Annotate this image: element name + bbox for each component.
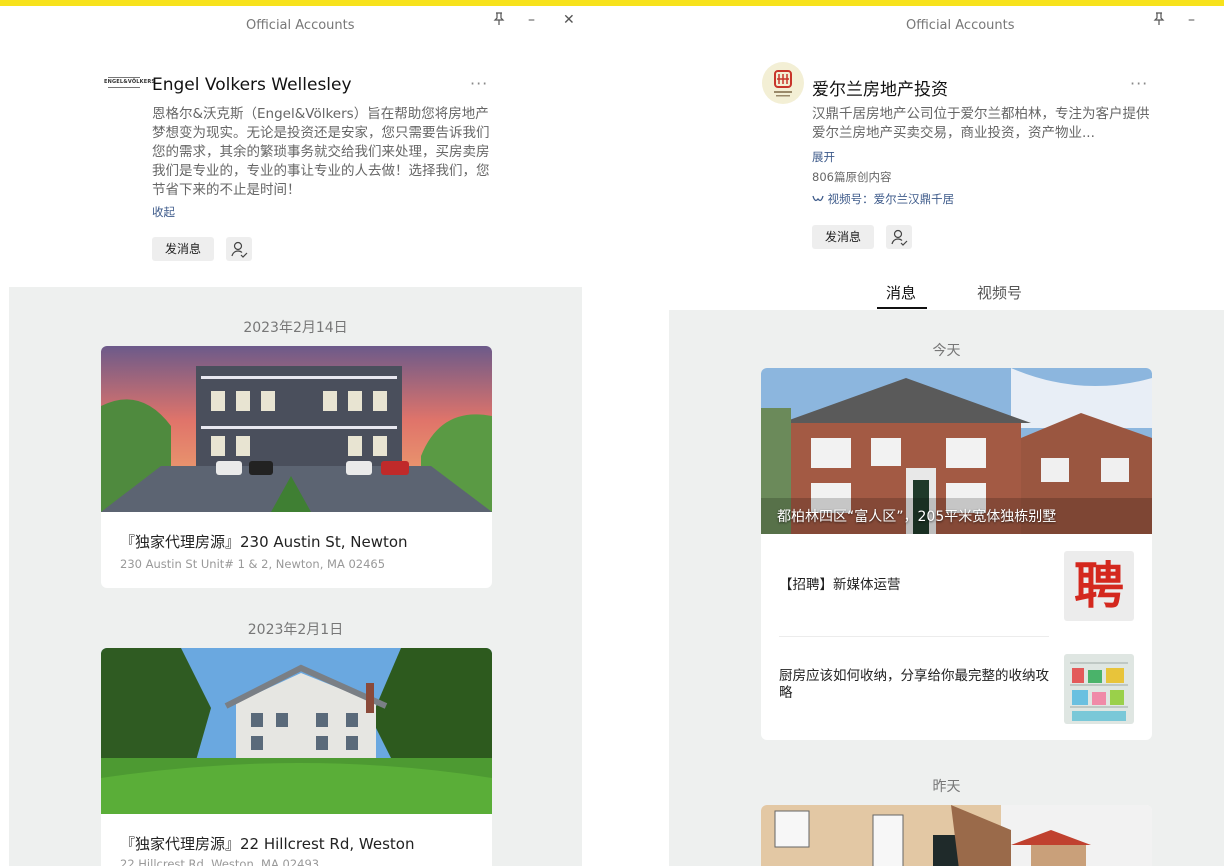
account-name: 爱尔兰房地产投资 (812, 80, 948, 100)
article-title: 『独家代理房源』230 Austin St, Newton (120, 533, 408, 551)
expand-link[interactable]: 展开 (812, 149, 835, 165)
date-label: 2023年2月1日 (247, 622, 344, 638)
house-photo (761, 805, 1152, 866)
list-item[interactable]: 【招聘】新媒体运营 聘 (761, 534, 1152, 636)
pin-icon[interactable] (493, 12, 505, 30)
item-title: 【招聘】新媒体运营 (779, 577, 901, 593)
recruit-thumbnail: 聘 (1064, 551, 1134, 621)
article-card[interactable]: 『独家代理房源』230 Austin St, Newton 230 Austin… (101, 346, 492, 588)
original-count: 806篇原创内容 (812, 170, 892, 184)
item-title: 厨房应该如何收纳，分享给你最完整的收纳攻略 (779, 668, 1049, 701)
article-group-card[interactable]: 都柏林四区“富人区”，205平米宽体独栋别墅 【招聘】新媒体运营 聘 厨房应该如… (761, 368, 1152, 740)
more-options-icon[interactable]: ··· (1130, 74, 1148, 93)
message-feed: 今天 都柏林四区“富人区”，205平米宽体独栋别墅 【招聘】新媒体运营 聘 厨房… (669, 310, 1224, 866)
pin-icon[interactable] (1153, 12, 1165, 30)
user-icon (231, 241, 248, 258)
article-card[interactable] (761, 805, 1152, 866)
avatar (762, 62, 804, 104)
left-window: Official Accounts – ✕ ENGEL&VÖLKERS Enge… (0, 6, 590, 866)
house-photo (101, 648, 492, 814)
account-description: 汉鼎千居房地产公司位于爱尔兰都柏林，专注为客户提供爱尔兰房地产买卖交易，商业投资… (812, 106, 1150, 141)
date-label: 今天 (932, 343, 961, 359)
article-title: 『独家代理房源』22 Hillcrest Rd, Weston (120, 835, 415, 853)
window-title: Official Accounts (906, 18, 1015, 33)
more-options-icon[interactable]: ··· (470, 74, 488, 93)
send-message-button[interactable]: 发消息 (812, 225, 874, 249)
tab-channels[interactable]: 视频号 (977, 282, 1022, 303)
channel-link[interactable]: 视频号：爱尔兰汉鼎千居 (812, 191, 954, 207)
user-icon (891, 229, 908, 246)
account-name: Engel Volkers Wellesley (152, 75, 352, 95)
titlebar[interactable]: Official Accounts – (660, 6, 1224, 46)
user-profile-button[interactable] (886, 225, 912, 249)
hero-caption: 都柏林四区“富人区”，205平米宽体独栋别墅 (777, 509, 1057, 525)
user-profile-button[interactable] (226, 237, 252, 261)
window-gap (590, 6, 660, 866)
article-subtitle: 22 Hillcrest Rd, Weston, MA 02493 (120, 857, 320, 866)
minimize-icon[interactable]: – (528, 12, 535, 28)
kitchen-thumbnail (1064, 654, 1134, 724)
message-feed: 2023年2月14日 『独家代理房源』230 Austin St, Newton… (9, 287, 582, 866)
account-logo: ENGEL&VÖLKERS (104, 76, 155, 92)
minimize-icon[interactable]: – (1188, 12, 1195, 28)
tab-messages[interactable]: 消息 (886, 282, 916, 303)
window-title: Official Accounts (246, 18, 355, 33)
account-description: 恩格尔&沃克斯（Engel&Völkers）旨在帮助您将房地产梦想变为现实。无论… (152, 106, 490, 198)
close-icon[interactable]: ✕ (563, 12, 575, 28)
list-item[interactable]: 厨房应该如何收纳，分享给你最完整的收纳攻略 (761, 636, 1152, 738)
house-photo (101, 346, 492, 512)
article-subtitle: 230 Austin St Unit# 1 & 2, Newton, MA 02… (120, 557, 386, 571)
date-label: 2023年2月14日 (243, 320, 348, 336)
article-card[interactable]: 『独家代理房源』22 Hillcrest Rd, Weston 22 Hillc… (101, 648, 492, 866)
titlebar[interactable]: Official Accounts – ✕ (0, 6, 590, 46)
active-tab-indicator (877, 307, 927, 309)
collapse-link[interactable]: 收起 (152, 204, 175, 220)
send-message-button[interactable]: 发消息 (152, 237, 214, 261)
right-window: Official Accounts – 爱尔兰房地产投资 ··· 汉鼎千居房地产… (660, 6, 1224, 866)
channels-icon (812, 195, 824, 202)
date-label: 昨天 (932, 779, 961, 795)
